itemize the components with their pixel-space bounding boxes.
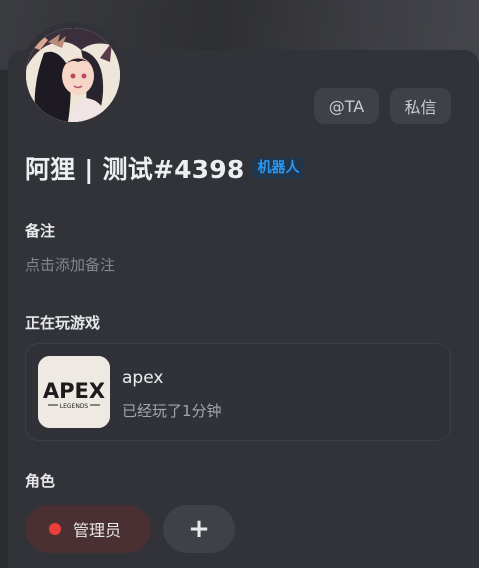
username-row: 阿狸 | 测试#4398 机器人 bbox=[25, 150, 305, 186]
svg-text:LEGENDS: LEGENDS bbox=[60, 403, 89, 410]
bot-badge: 机器人 bbox=[252, 157, 305, 179]
direct-message-button[interactable]: 私信 bbox=[390, 88, 451, 124]
roles-section-title: 角色 bbox=[25, 472, 56, 490]
mention-button[interactable]: @TA bbox=[314, 88, 379, 124]
role-color-dot bbox=[49, 523, 61, 535]
role-label: 管理员 bbox=[73, 521, 122, 540]
apex-logo-icon: APEX LEGENDS bbox=[38, 356, 110, 428]
role-chip-admin[interactable]: 管理员 bbox=[25, 505, 151, 553]
game-activity-card: APEX LEGENDS apex 已经玩了1分钟 bbox=[25, 343, 451, 441]
note-input[interactable]: 点击添加备注 bbox=[25, 254, 115, 275]
note-section-title: 备注 bbox=[25, 222, 56, 240]
avatar[interactable] bbox=[20, 22, 126, 128]
svg-text:APEX: APEX bbox=[43, 379, 105, 403]
activity-section-title: 正在玩游戏 bbox=[25, 314, 101, 332]
game-elapsed-time: 已经玩了1分钟 bbox=[122, 402, 222, 420]
user-profile-popup: @TA 私信 阿狸 | 测试#4398 机器人 备注 点击添加备注 正在玩游戏 … bbox=[0, 0, 479, 568]
avatar-image bbox=[26, 28, 120, 122]
username: 阿狸 | 测试#4398 bbox=[25, 155, 245, 184]
game-name: apex bbox=[122, 368, 164, 388]
plus-icon: + bbox=[188, 514, 210, 544]
add-role-button[interactable]: + bbox=[163, 505, 235, 553]
